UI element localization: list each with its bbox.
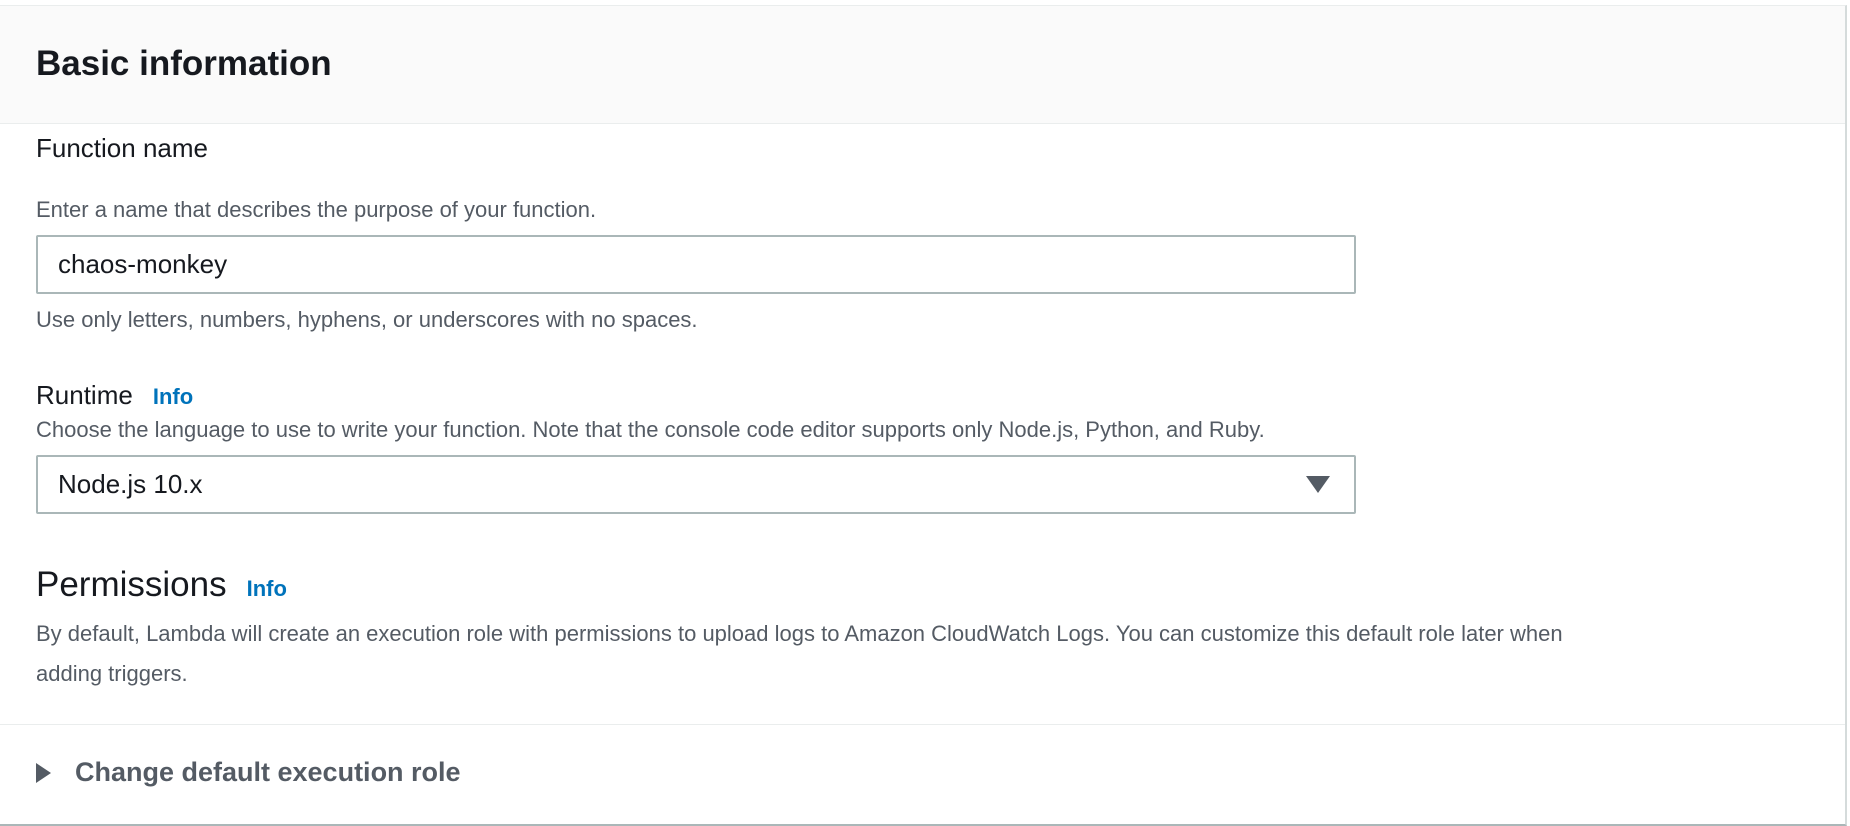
runtime-label: Runtime Info [36,380,193,411]
function-name-label: Function name [36,133,208,164]
permissions-description-line1: By default, Lambda will create an execut… [36,621,1563,646]
expander-label: Change default execution role [75,757,461,787]
runtime-info-link[interactable]: Info [153,384,193,410]
permissions-section-title: Permissions Info [36,565,287,605]
runtime-selected-value: Node.js 10.x [58,469,203,499]
permissions-description-line2: adding triggers. [36,661,188,686]
runtime-label-text: Runtime [36,380,133,410]
panel-header: Basic information [0,6,1845,124]
caret-down-icon [1306,476,1330,493]
permissions-title-text: Permissions [36,565,227,604]
panel-title: Basic information [36,43,332,83]
runtime-select[interactable]: Node.js 10.x [36,455,1356,514]
function-name-label-text: Function name [36,133,208,163]
function-name-input[interactable] [36,235,1356,294]
function-name-description: Enter a name that describes the purpose … [36,197,597,222]
function-name-hint: Use only letters, numbers, hyphens, or u… [36,307,698,332]
permissions-info-link[interactable]: Info [247,576,287,602]
runtime-description: Choose the language to use to write your… [36,417,1265,442]
change-default-execution-role-expander[interactable]: Change default execution role [36,757,461,788]
caret-right-icon [36,762,51,783]
section-divider [0,724,1845,725]
